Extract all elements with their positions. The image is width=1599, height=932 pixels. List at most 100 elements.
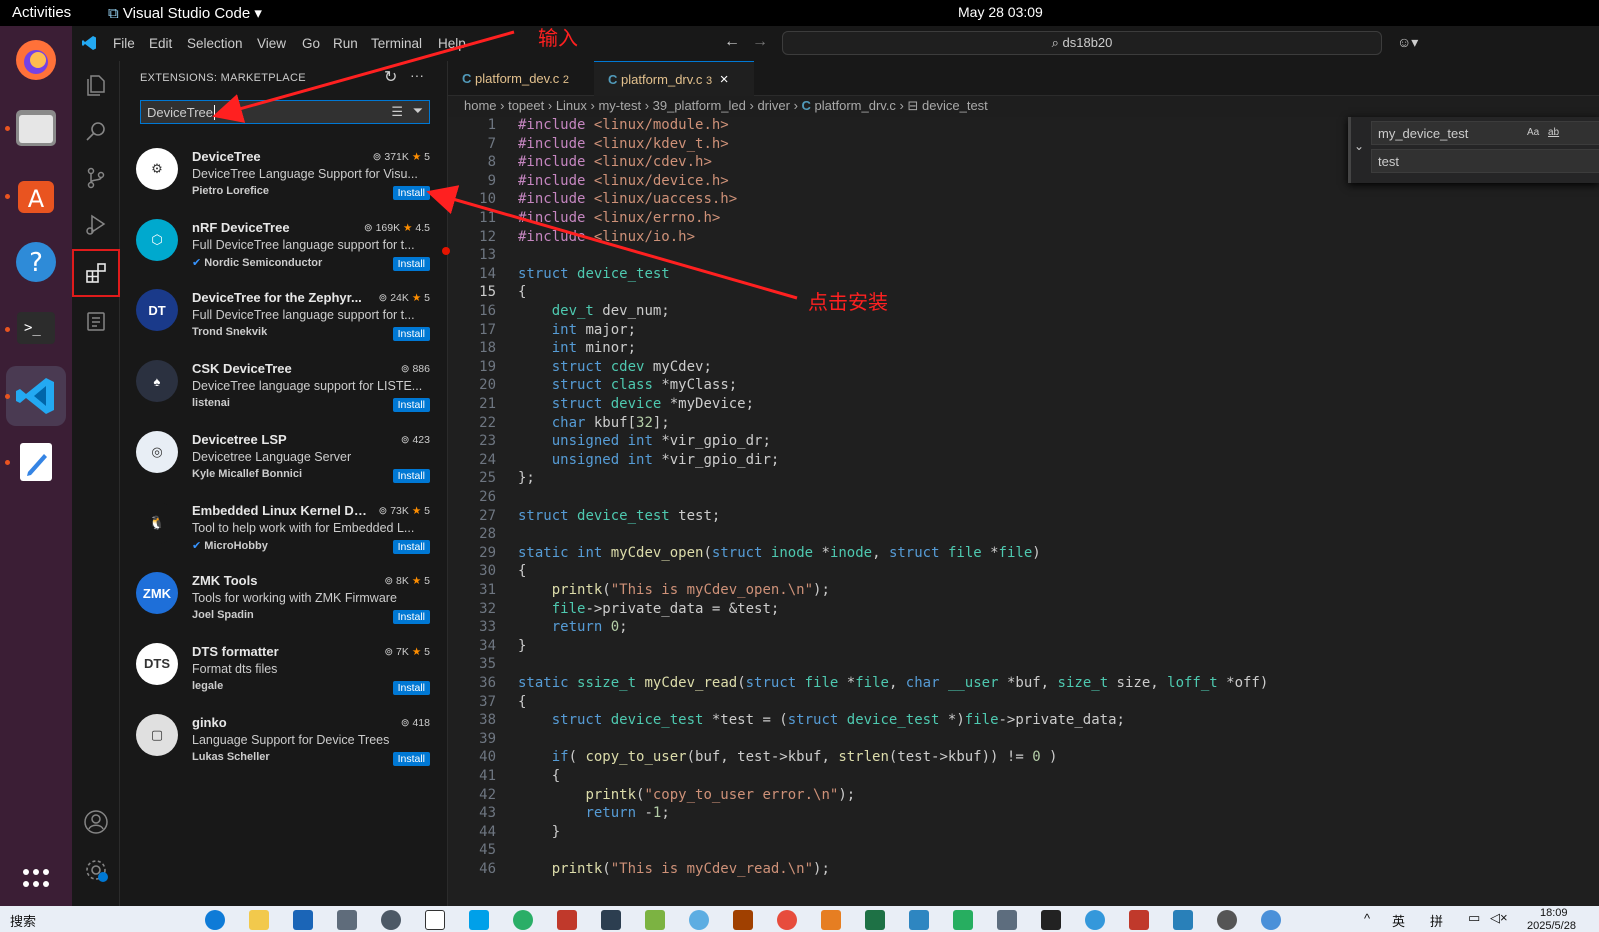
app-icon[interactable]: [1085, 910, 1105, 930]
copilot-icon[interactable]: ☺▾: [1397, 34, 1418, 51]
app-icon[interactable]: [953, 910, 973, 930]
wechat-icon[interactable]: [513, 910, 533, 930]
app-icon[interactable]: [777, 910, 797, 930]
app-icon[interactable]: [909, 910, 929, 930]
menu-run[interactable]: Run: [333, 36, 358, 51]
menu-go[interactable]: Go: [302, 36, 320, 51]
extension-item[interactable]: ◎ Devicetree LSP ⊚ 423 Devicetree Language …: [120, 423, 448, 494]
extension-item[interactable]: DT DeviceTree for the Zephyr... ⊚ 24K ★ 5F…: [120, 281, 448, 352]
activities-button[interactable]: Activities: [12, 4, 71, 21]
whole-word-icon[interactable]: ab: [1548, 127, 1559, 138]
breadcrumb-item[interactable]: 39_platform_led: [653, 98, 746, 113]
refresh-icon[interactable]: ↻: [384, 67, 397, 87]
edge-icon[interactable]: [205, 910, 225, 930]
breakpoint-dot[interactable]: [442, 247, 450, 255]
breadcrumb-item[interactable]: driver: [757, 98, 790, 113]
more-actions-icon[interactable]: ···: [410, 67, 424, 83]
taskbar-search[interactable]: 搜索: [10, 911, 36, 930]
command-center[interactable]: ⌕ ds18b20: [782, 31, 1382, 55]
breadcrumb-item[interactable]: topeet: [508, 98, 544, 113]
menu-edit[interactable]: Edit: [149, 36, 172, 51]
toggle-replace-chevron-icon[interactable]: ⌄: [1354, 139, 1364, 153]
clock-time[interactable]: 18:09: [1540, 907, 1568, 919]
ime-lang[interactable]: 英: [1392, 911, 1405, 930]
extensions-icon[interactable]: [72, 249, 120, 297]
terminal-icon[interactable]: >_: [12, 304, 60, 352]
tray-chevron-icon[interactable]: ^: [1364, 911, 1370, 926]
settings-gear-icon[interactable]: [72, 846, 120, 894]
app-icon[interactable]: [689, 910, 709, 930]
app-menu[interactable]: ⧉ Visual Studio Code ▾: [108, 4, 262, 22]
install-button[interactable]: Install: [392, 398, 430, 413]
app-center-icon[interactable]: A: [12, 171, 60, 219]
app-icon[interactable]: [997, 910, 1017, 930]
breadcrumb-item[interactable]: home: [464, 98, 497, 113]
breadcrumb-item[interactable]: platform_drv.c: [815, 98, 896, 113]
tab-platform-dev[interactable]: C platform_dev.c 2: [448, 61, 594, 96]
menu-terminal[interactable]: Terminal: [371, 36, 422, 51]
app-icon[interactable]: [821, 910, 841, 930]
install-button[interactable]: Install: [392, 468, 430, 483]
show-apps-icon[interactable]: [12, 856, 60, 904]
settings-icon[interactable]: [381, 910, 401, 930]
app-icon[interactable]: [469, 910, 489, 930]
testing-icon[interactable]: [72, 297, 120, 345]
text-editor-icon[interactable]: [12, 438, 60, 486]
atk-xcom-icon[interactable]: [1129, 910, 1149, 930]
file-explorer-icon[interactable]: [249, 910, 269, 930]
search-icon[interactable]: [72, 107, 120, 155]
firefox-icon[interactable]: [12, 36, 60, 84]
calculator-icon[interactable]: [337, 910, 357, 930]
install-button[interactable]: Install: [392, 327, 430, 342]
breadcrumb-item[interactable]: Linux: [556, 98, 587, 113]
tab-platform-drv[interactable]: C platform_drv.c 3 ×: [594, 61, 754, 96]
menu-selection[interactable]: Selection: [187, 36, 243, 51]
notepad-icon[interactable]: [645, 910, 665, 930]
match-case-icon[interactable]: Aa: [1527, 127, 1539, 138]
install-button[interactable]: Install: [392, 751, 430, 766]
code-editor[interactable]: 1 #include <linux/module.h> 7 #include <lin…: [442, 117, 1599, 906]
app-icon[interactable]: [1261, 910, 1281, 930]
network-icon[interactable]: ▭: [1468, 910, 1480, 926]
app-icon[interactable]: [733, 910, 753, 930]
extension-item[interactable]: DTS DTS formatter ⊚ 7K ★ 5 Format dts files…: [120, 635, 448, 706]
source-control-icon[interactable]: [72, 154, 120, 202]
extension-item[interactable]: ⚙ DeviceTree ⊚ 371K ★ 5 DeviceTree Language…: [120, 140, 448, 211]
extension-item[interactable]: ▢ ginko ⊚ 418 Language Support for Device T…: [120, 706, 448, 777]
run-debug-icon[interactable]: [72, 201, 120, 249]
app-icon[interactable]: [557, 910, 577, 930]
menu-view[interactable]: View: [257, 36, 286, 51]
extension-item[interactable]: 🐧 Embedded Linux Kernel Dev ⊚ 73K ★ 5 Tool …: [120, 494, 448, 565]
app-icon[interactable]: [1173, 910, 1193, 930]
install-button[interactable]: Install: [392, 680, 430, 695]
close-icon[interactable]: ×: [720, 71, 729, 88]
breadcrumb-item[interactable]: my-test: [598, 98, 641, 113]
forward-arrow-icon[interactable]: →: [752, 33, 768, 51]
store-icon[interactable]: [293, 910, 313, 930]
vscode-icon[interactable]: [6, 366, 66, 426]
volume-icon[interactable]: ◁×: [1490, 910, 1508, 926]
extension-item[interactable]: ♠ CSK DeviceTree ⊚ 886 DeviceTree language …: [120, 352, 448, 423]
extension-item[interactable]: ZMK ZMK Tools ⊚ 8K ★ 5 Tools for working wi…: [120, 564, 448, 635]
filter-icon[interactable]: ⏷: [413, 103, 423, 119]
ime-mode[interactable]: 拼: [1430, 911, 1443, 930]
menu-help[interactable]: Help: [438, 36, 466, 51]
typora-icon[interactable]: [425, 910, 445, 930]
install-button[interactable]: Install: [392, 539, 430, 554]
app-icon[interactable]: [601, 910, 621, 930]
explorer-icon[interactable]: [72, 61, 120, 109]
clock-date[interactable]: 2025/5/28: [1527, 920, 1576, 932]
files-icon[interactable]: [12, 104, 60, 152]
menu-file[interactable]: File: [113, 36, 135, 51]
help-icon[interactable]: ?: [12, 238, 60, 286]
clock[interactable]: May 28 03:09: [958, 4, 1043, 20]
breadcrumb-item[interactable]: device_test: [922, 98, 988, 113]
terminal-icon[interactable]: [1041, 910, 1061, 930]
extension-item[interactable]: ⬡ nRF DeviceTree ⊚ 169K ★ 4.5 Full DeviceTr…: [120, 211, 448, 282]
find-input[interactable]: my_device_test Aa ab: [1371, 121, 1599, 145]
install-button[interactable]: Install: [392, 610, 430, 625]
replace-input[interactable]: test: [1371, 149, 1599, 173]
account-icon[interactable]: [72, 798, 120, 846]
install-button[interactable]: Install: [392, 186, 430, 200]
excel-icon[interactable]: [865, 910, 885, 930]
